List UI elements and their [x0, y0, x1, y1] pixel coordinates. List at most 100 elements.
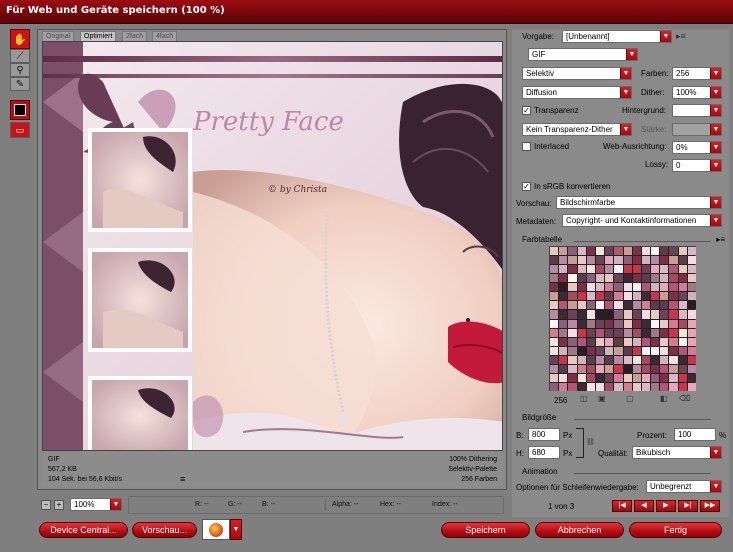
color-swatch[interactable]	[632, 364, 641, 373]
color-swatch[interactable]	[651, 247, 660, 256]
color-swatch[interactable]	[605, 355, 614, 364]
color-swatch[interactable]	[595, 256, 605, 265]
color-swatch[interactable]	[614, 310, 623, 319]
color-swatch[interactable]	[550, 346, 559, 355]
tab-2fach[interactable]: 2fach	[122, 31, 148, 41]
color-swatch[interactable]	[550, 337, 559, 346]
color-swatch[interactable]	[687, 292, 696, 301]
chain-link-icon[interactable]: ⛓	[586, 438, 595, 446]
color-swatch[interactable]	[678, 355, 687, 364]
color-swatch[interactable]	[641, 355, 651, 364]
color-swatch[interactable]	[614, 247, 623, 256]
color-swatch[interactable]	[623, 364, 632, 373]
color-swatch[interactable]	[687, 256, 696, 265]
color-swatch[interactable]	[550, 373, 559, 382]
color-swatch[interactable]	[623, 247, 632, 256]
color-swatch[interactable]	[641, 337, 651, 346]
color-swatch[interactable]	[559, 382, 568, 391]
color-swatch[interactable]	[632, 328, 641, 337]
color-swatch[interactable]	[595, 310, 605, 319]
color-swatch[interactable]	[550, 310, 559, 319]
color-swatch[interactable]	[568, 382, 577, 391]
color-swatch[interactable]	[632, 256, 641, 265]
color-swatch[interactable]	[605, 292, 614, 301]
color-swatch[interactable]	[577, 373, 586, 382]
interlaced-checkbox[interactable]	[522, 142, 531, 151]
color-swatch[interactable]	[595, 355, 605, 364]
first-frame-button[interactable]: |◀	[612, 500, 632, 512]
browser-select[interactable]	[202, 519, 230, 540]
color-swatch[interactable]	[568, 355, 577, 364]
color-swatch[interactable]	[605, 337, 614, 346]
color-swatch[interactable]	[586, 373, 595, 382]
color-swatch[interactable]	[678, 373, 687, 382]
color-swatch[interactable]	[632, 310, 641, 319]
color-swatch[interactable]	[595, 346, 605, 355]
color-swatch[interactable]	[614, 337, 623, 346]
color-swatch[interactable]	[678, 310, 687, 319]
width-field[interactable]: 800	[528, 428, 560, 441]
color-swatch[interactable]	[559, 328, 568, 337]
color-swatch[interactable]	[559, 256, 568, 265]
color-swatch[interactable]	[586, 265, 595, 274]
color-swatch[interactable]	[660, 247, 669, 256]
color-swatch[interactable]	[669, 247, 678, 256]
color-swatch[interactable]	[669, 319, 678, 328]
color-swatch[interactable]	[568, 337, 577, 346]
color-swatch[interactable]	[660, 355, 669, 364]
color-swatch[interactable]	[660, 256, 669, 265]
cancel-button[interactable]: Abbrechen	[535, 522, 624, 538]
color-swatch[interactable]	[632, 247, 641, 256]
color-swatch[interactable]	[577, 310, 586, 319]
preview-button[interactable]: Vorschau...	[132, 522, 197, 538]
color-swatch[interactable]	[651, 283, 660, 292]
hand-tool-icon[interactable]: ✋	[10, 29, 30, 49]
color-swatch[interactable]	[678, 274, 687, 283]
color-swatch[interactable]	[669, 364, 678, 373]
color-swatch[interactable]	[568, 256, 577, 265]
color-swatch[interactable]	[678, 319, 687, 328]
color-swatch[interactable]	[586, 382, 595, 391]
color-swatch[interactable]	[595, 274, 605, 283]
trash-icon[interactable]: ⌫	[679, 394, 690, 403]
color-swatch[interactable]	[623, 346, 632, 355]
slice-select-tool-icon[interactable]: ⟋	[10, 49, 30, 63]
color-swatch[interactable]	[651, 292, 660, 301]
color-swatch[interactable]	[550, 292, 559, 301]
matte-color-select[interactable]: ▼	[672, 104, 722, 117]
download-speed-menu-icon[interactable]: ≡	[180, 474, 185, 484]
color-swatch[interactable]	[577, 382, 586, 391]
color-swatch[interactable]	[678, 256, 687, 265]
color-swatch[interactable]	[595, 265, 605, 274]
color-swatch[interactable]	[632, 292, 641, 301]
color-swatch[interactable]	[632, 274, 641, 283]
color-swatch[interactable]	[641, 364, 651, 373]
color-swatch[interactable]	[678, 346, 687, 355]
color-swatch[interactable]	[550, 382, 559, 391]
color-swatch[interactable]	[595, 292, 605, 301]
color-swatch[interactable]	[623, 355, 632, 364]
color-swatch[interactable]	[568, 373, 577, 382]
tab-optimiert[interactable]: Optimiert	[80, 31, 117, 41]
color-swatch[interactable]	[577, 355, 586, 364]
color-swatch[interactable]	[550, 256, 559, 265]
color-swatch[interactable]	[559, 247, 568, 256]
color-swatch[interactable]	[678, 265, 687, 274]
quality-select[interactable]: Bikubisch ▼	[632, 446, 722, 459]
zoom-tool-icon[interactable]: ⚲	[10, 63, 30, 77]
color-swatch[interactable]	[568, 283, 577, 292]
color-swatch[interactable]	[687, 355, 696, 364]
preview-profile-select[interactable]: Bildschirmfarbe ▼	[556, 196, 722, 209]
color-swatch[interactable]	[678, 247, 687, 256]
play-button[interactable]: ▶	[656, 500, 676, 512]
color-swatch[interactable]	[605, 364, 614, 373]
color-swatch[interactable]	[586, 337, 595, 346]
toggle-slices-icon[interactable]: ▭	[10, 122, 30, 138]
color-swatch[interactable]	[660, 346, 669, 355]
color-swatch[interactable]	[660, 274, 669, 283]
color-swatch[interactable]	[660, 283, 669, 292]
color-swatch[interactable]	[605, 274, 614, 283]
metadata-select[interactable]: Copyright- und Kontaktinformationen ▼	[562, 214, 722, 227]
color-swatch[interactable]	[614, 328, 623, 337]
color-swatch[interactable]	[623, 310, 632, 319]
